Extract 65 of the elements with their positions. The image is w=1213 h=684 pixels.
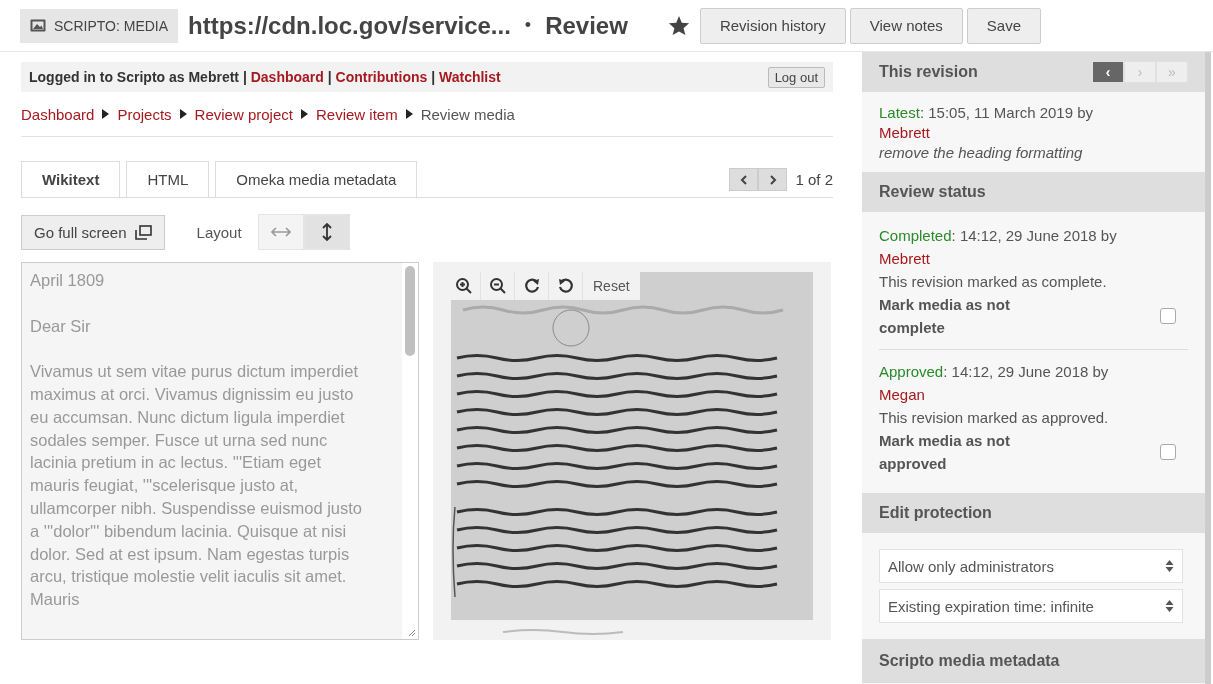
page-title: https://cdn.loc.gov/service... [188, 11, 511, 40]
breadcrumb-current: Review media [420, 105, 515, 123]
sort-arrows-icon [1165, 599, 1174, 613]
user-link[interactable]: Dashboard [250, 69, 324, 85]
option-label: Mark media as not approved [879, 431, 1011, 474]
window-icon [134, 224, 152, 240]
user-link[interactable]: Watchlist [439, 69, 501, 85]
logout-button[interactable]: Log out [767, 66, 825, 88]
arrow-icon [405, 109, 413, 119]
arrow-icon [300, 109, 308, 119]
checkbox[interactable] [1160, 308, 1176, 324]
breadcrumb-link[interactable]: Review project [194, 105, 293, 123]
user-link[interactable]: Mebrett [879, 124, 930, 141]
zoom-out-icon [488, 277, 507, 295]
horizontal-arrows-icon [270, 227, 291, 237]
image-icon [30, 19, 46, 32]
select-field[interactable]: Allow only administrators [879, 549, 1183, 583]
title-separator: • [524, 15, 532, 36]
previous-button[interactable] [729, 168, 759, 191]
tab[interactable]: HTML [126, 161, 210, 197]
option-label: Mark media as not complete [879, 295, 1011, 338]
chevron-left-icon [739, 174, 748, 185]
media-badge: SCRIPTO: MEDIA [20, 8, 179, 43]
status-info: Approved: 14:12, 29 June 2018 by [879, 362, 1110, 382]
user-link[interactable]: Contributions [335, 69, 428, 85]
breadcrumb-link[interactable]: Review item [315, 105, 398, 123]
status-note: This revision marked as complete. [879, 272, 1108, 292]
section-title: Review status [879, 183, 986, 201]
next-button[interactable] [758, 168, 788, 191]
sort-arrows-icon [1165, 559, 1174, 573]
header-button[interactable]: Revision history [699, 7, 846, 44]
rotate-right-icon [522, 277, 541, 295]
select-field[interactable]: Existing expiration time: infinite [879, 589, 1183, 623]
page-counter: 1 of 2 [795, 171, 833, 188]
revision-info: Latest: 15:05, 11 March 2019 by [879, 103, 1095, 123]
rotate-left-icon [556, 277, 575, 295]
vertical-arrows-icon [321, 223, 332, 241]
section-title: Edit protection [879, 504, 992, 522]
section-title: Scripto media metadata [879, 652, 1060, 670]
fullscreen-button[interactable]: Go full screen [21, 214, 165, 250]
star-icon[interactable] [667, 15, 690, 36]
zoom-in-icon [454, 277, 473, 295]
scrollbar-thumb[interactable] [405, 266, 415, 356]
breadcrumb-link[interactable]: Projects [117, 105, 172, 123]
status-info: Completed: 14:12, 29 June 2018 by [879, 226, 1118, 246]
breadcrumb-link[interactable]: Dashboard [21, 105, 95, 123]
arrow-icon [179, 109, 187, 119]
tab[interactable]: Omeka media metadata [215, 161, 418, 197]
chevron-right-icon [768, 174, 777, 185]
login-status: Logged in to Scripto as Mebrett | Dashboard | Contributions | Watchlist [29, 69, 501, 85]
header-button[interactable]: Save [966, 7, 1042, 44]
header-button[interactable]: View notes [849, 7, 963, 44]
revision-nav-button[interactable]: ‹ [1092, 61, 1124, 83]
arrow-icon [102, 109, 110, 119]
checkbox[interactable] [1160, 444, 1176, 460]
user-link[interactable]: Megan [879, 383, 925, 406]
page-subtitle: Review [545, 11, 628, 40]
section-title: This revision [879, 63, 978, 81]
layout-label: Layout [196, 223, 242, 241]
user-link[interactable]: Mebrett [879, 247, 930, 270]
edit-summary: remove the heading formatting [879, 143, 1084, 163]
status-note: This revision marked as approved. [879, 408, 1110, 428]
tab[interactable]: Wikitext [21, 161, 121, 197]
resize-handle[interactable] [406, 627, 416, 637]
vertical-layout-button[interactable] [303, 214, 350, 250]
